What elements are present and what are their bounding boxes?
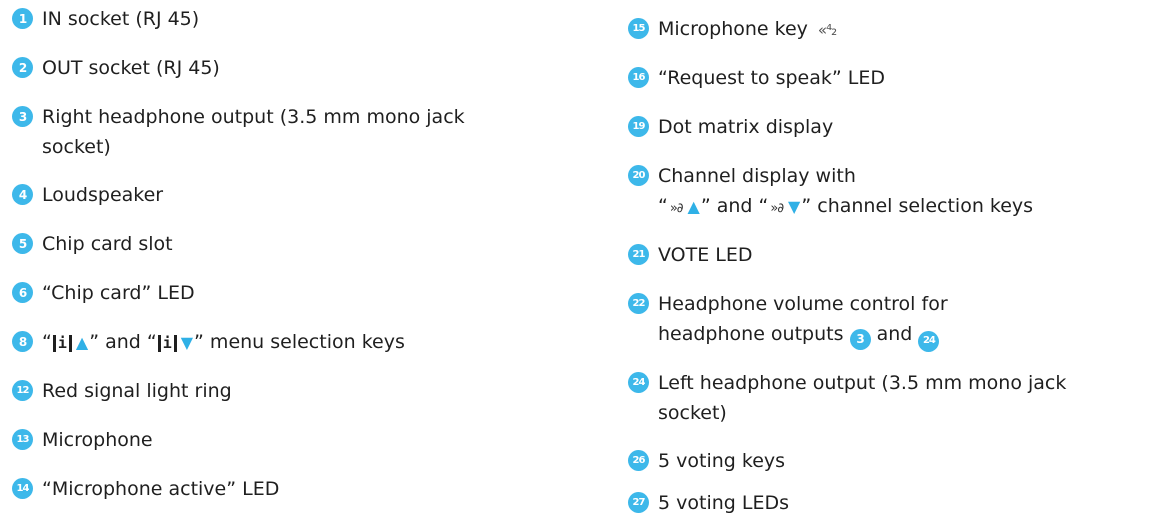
legend-item-1: 1 IN socket (RJ 45) [12,4,199,34]
legend-item-5: 5 Chip card slot [12,229,173,259]
legend-item-14: 14 “Microphone active” LED [12,474,279,504]
legend-item-15: 15 Microphone key «⁴₂ [628,14,837,45]
item-label: “Request to speak” LED [658,67,885,89]
legend-item-2: 2 OUT socket (RJ 45) [12,53,220,83]
item-label-tail: ” channel selection keys [801,195,1034,217]
item-label-tail: ” menu selection keys [194,331,405,353]
legend-item-13: 13 Microphone [12,425,153,455]
reference-badge: 24 [918,330,940,352]
item-label-line-1: Headphone volume control for [658,293,948,315]
legend-item-12: 12 Red signal light ring [12,376,232,406]
item-label: Red signal light ring [42,380,232,402]
item-label: 5 voting keys [658,450,786,472]
item-label: Chip card slot [42,233,173,255]
item-label-part: headphone outputs [658,323,844,345]
arrow-down-icon: ▼ [788,197,801,216]
item-number-badge: 8 [12,331,33,352]
item-number-badge: 4 [12,184,33,205]
item-label: “Microphone active” LED [42,478,280,500]
item-label: Dot matrix display [658,116,834,138]
item-number-badge: 5 [12,233,33,254]
item-label: Loudspeaker [42,184,164,206]
item-label: Microphone key «⁴₂ [658,14,837,45]
item-label-part: and [876,323,913,345]
item-label: Microphone [42,429,153,451]
item-number-badge: 16 [628,67,649,88]
item-number-badge: 3 [12,106,33,127]
item-number-badge: 26 [628,450,649,471]
legend-item-22: 22 Headphone volume control for headphon… [628,289,948,352]
item-label-line-2: “»∂ ▲” and “»∂ ▼” channel selection keys [658,195,1033,217]
microphone-key-icon: «⁴₂ [817,21,837,39]
menu-icon: i [52,335,72,352]
ear-icon: »∂ [770,201,784,216]
item-label-line-2: socket) [658,402,727,424]
item-label: IN socket (RJ 45) [42,8,200,30]
legend-item-3: 3 Right headphone output (3.5 mm mono ja… [12,102,465,162]
legend-item-16: 16 “Request to speak” LED [628,63,885,93]
and-separator: ” and “ [89,331,157,353]
item-number-badge: 20 [628,165,649,186]
item-number-badge: 14 [12,478,33,499]
item-number-badge: 27 [628,492,649,513]
and-separator: ” and “ [700,195,769,217]
item-number-badge: 2 [12,57,33,78]
item-number-badge: 12 [12,380,33,401]
open-quote: “ [658,195,668,217]
item-label: VOTE LED [658,244,753,266]
reference-badge: 3 [849,328,871,350]
item-number-badge: 24 [628,372,649,393]
legend-item-4: 4 Loudspeaker [12,180,163,210]
legend-item-8: 8 “i ▲” and “i ▼” menu selection keys [12,327,405,358]
item-label-line-2: headphone outputs 3 and 24 [658,323,940,352]
legend-page: 1 IN socket (RJ 45) 2 OUT socket (RJ 45)… [0,0,1162,522]
item-label: Headphone volume control for headphone o… [658,289,948,352]
legend-item-24: 24 Left headphone output (3.5 mm mono ja… [628,368,1066,428]
item-label-text: Microphone key [658,18,808,40]
legend-item-26: 26 5 voting keys [628,446,785,476]
item-label-line-1: Left headphone output (3.5 mm mono jack [658,372,1067,394]
legend-item-19: 19 Dot matrix display [628,112,833,142]
item-number-badge: 1 [12,8,33,29]
item-number-badge: 6 [12,282,33,303]
item-number-badge: 22 [628,293,649,314]
arrow-down-icon: ▼ [180,333,194,352]
item-label-line-1: Channel display with [658,165,856,187]
item-number-badge: 21 [628,244,649,265]
item-label: Left headphone output (3.5 mm mono jack … [658,368,1066,428]
arrow-up-icon: ▲ [75,333,89,352]
item-label: 5 voting LEDs [658,492,789,514]
item-label-line-1: Right headphone output (3.5 mm mono jack [42,106,465,128]
arrow-up-icon: ▲ [687,197,700,216]
item-number-badge: 15 [628,18,649,39]
item-label: “Chip card” LED [42,282,195,304]
item-label-line-2: socket) [42,136,111,158]
legend-item-21: 21 VOTE LED [628,240,753,270]
item-label: OUT socket (RJ 45) [42,57,220,79]
item-number-badge: 13 [12,429,33,450]
item-label: Channel display with “»∂ ▲” and “»∂ ▼” cha… [658,161,1033,224]
legend-item-6: 6 “Chip card” LED [12,278,195,308]
item-number-badge: 19 [628,116,649,137]
item-label: Right headphone output (3.5 mm mono jack… [42,102,465,162]
item-label: “i ▲” and “i ▼” menu selection keys [42,327,405,358]
open-quote: “ [42,331,52,353]
menu-icon: i [157,335,177,352]
legend-item-27: 27 5 voting LEDs [628,488,789,518]
ear-icon: »∂ [669,201,684,216]
legend-item-20: 20 Channel display with “»∂ ▲” and “»∂ ▼” … [628,161,1033,224]
